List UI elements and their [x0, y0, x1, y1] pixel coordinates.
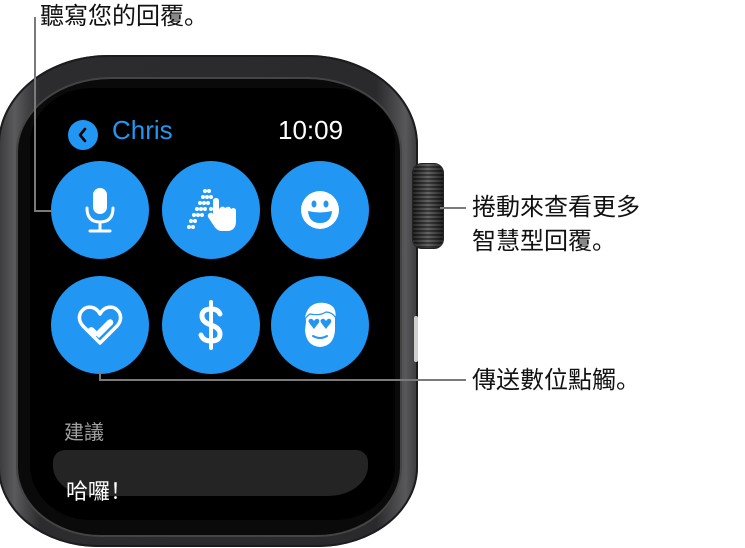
dictate-callout-line-vertical: [34, 17, 36, 211]
dictation-button[interactable]: [51, 161, 149, 259]
scroll-callout-line2: 智慧型回覆。: [472, 227, 616, 255]
side-button[interactable]: [414, 316, 418, 362]
scroll-callout-line1: 捲動來查看更多: [472, 193, 640, 221]
smiley-icon: [301, 191, 339, 229]
heart-touch-icon: [77, 305, 123, 345]
apple-pay-button[interactable]: [162, 276, 260, 374]
dictate-callout: 聽寫您的回覆。: [40, 2, 208, 30]
scribble-button[interactable]: [162, 161, 260, 259]
memoji-button[interactable]: [271, 276, 369, 374]
clock-time: 10:09: [278, 115, 344, 145]
contact-name[interactable]: Chris: [112, 115, 173, 146]
microphone-icon: [85, 188, 115, 233]
emoji-button[interactable]: [271, 161, 369, 259]
watch-screen: Chris 10:09 建議 哈囉！: [30, 88, 395, 520]
digital-touch-button[interactable]: [51, 276, 149, 374]
digital-touch-callout: 傳送數位點觸。: [472, 366, 640, 394]
digital-crown[interactable]: [412, 163, 444, 249]
scribble-hand-icon: [187, 189, 236, 231]
chevron-left-icon: [78, 127, 87, 143]
digital-touch-callout-line-horizontal: [99, 379, 466, 381]
dictate-callout-line-horizontal: [34, 210, 52, 212]
scroll-callout-line: [440, 207, 466, 209]
memoji-icon: [303, 301, 337, 347]
suggestion-text[interactable]: 哈囉！: [66, 474, 132, 506]
dollar-icon: [198, 300, 223, 350]
back-button[interactable]: [68, 120, 98, 150]
suggestions-section-label: 建議: [64, 420, 104, 444]
